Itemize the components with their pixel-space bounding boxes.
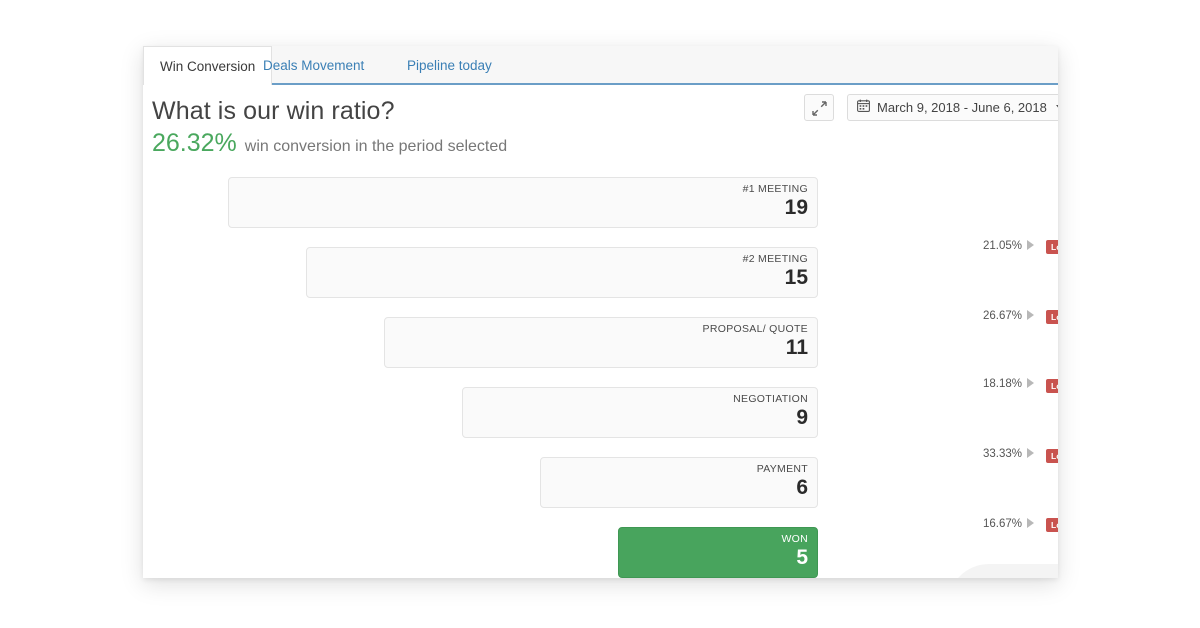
funnel-bar-1-value: 19 [785,196,808,220]
funnel-bar-4-value: 9 [796,406,808,430]
triangle-right-icon [1027,378,1034,388]
funnel-lost-badge-3[interactable]: Lost: 2 [1046,379,1058,393]
funnel-bar-5-label: PAYMENT [757,463,808,475]
funnel-lost-badge-5[interactable]: Lost: 1 [1046,518,1058,532]
funnel-lost-badge-1[interactable]: Lost: 4 [1046,240,1058,254]
funnel-lost-badge-2[interactable]: Lost: 4 [1046,310,1058,324]
triangle-right-icon [1027,448,1034,458]
triangle-right-icon [1027,240,1034,250]
funnel-bar-2-value: 15 [785,266,808,290]
page-background: Win Conversion Deals Movement Pipeline t… [0,0,1200,628]
funnel-bar-3-value: 11 [786,336,808,360]
funnel-lost-pct-5-text: 16.67% [983,518,1022,530]
funnel-bar-2-label: #2 MEETING [743,253,808,265]
funnel-bar-1-label: #1 MEETING [743,183,808,195]
funnel-bar-won[interactable]: WON 5 [618,527,818,578]
dashboard-card: Win Conversion Deals Movement Pipeline t… [143,46,1058,578]
funnel-bar-3[interactable]: PROPOSAL/ QUOTE 11 [384,317,818,368]
win-conversion-funnel: #1 MEETING 19 78.95 % 21.05% Lost: 4 #2 … [143,46,1058,578]
funnel-lost-pct-4: 33.33% [983,448,1034,460]
triangle-right-icon [1027,518,1034,528]
funnel-lost-pct-1-text: 21.05% [983,240,1022,252]
funnel-bar-2[interactable]: #2 MEETING 15 [306,247,818,298]
funnel-bar-3-label: PROPOSAL/ QUOTE [703,323,808,335]
funnel-bar-4[interactable]: NEGOTIATION 9 [462,387,818,438]
funnel-lost-badge-4[interactable]: Lost: 3 [1046,449,1058,463]
funnel-bar-5-value: 6 [796,476,808,500]
triangle-right-icon [1027,310,1034,320]
funnel-bar-won-label: WON [781,533,808,545]
funnel-lost-pct-1: 21.05% [983,240,1034,252]
funnel-bar-1[interactable]: #1 MEETING 19 [228,177,818,228]
funnel-lost-pct-2: 26.67% [983,310,1034,322]
funnel-lost-pct-3: 18.18% [983,378,1034,390]
funnel-lost-pct-4-text: 33.33% [983,448,1022,460]
funnel-bar-4-label: NEGOTIATION [733,393,808,405]
funnel-bar-5[interactable]: PAYMENT 6 [540,457,818,508]
funnel-bar-won-value: 5 [796,546,808,570]
funnel-lost-pct-5: 16.67% [983,518,1034,530]
funnel-lost-pct-3-text: 18.18% [983,378,1022,390]
funnel-lost-pct-2-text: 26.67% [983,310,1022,322]
